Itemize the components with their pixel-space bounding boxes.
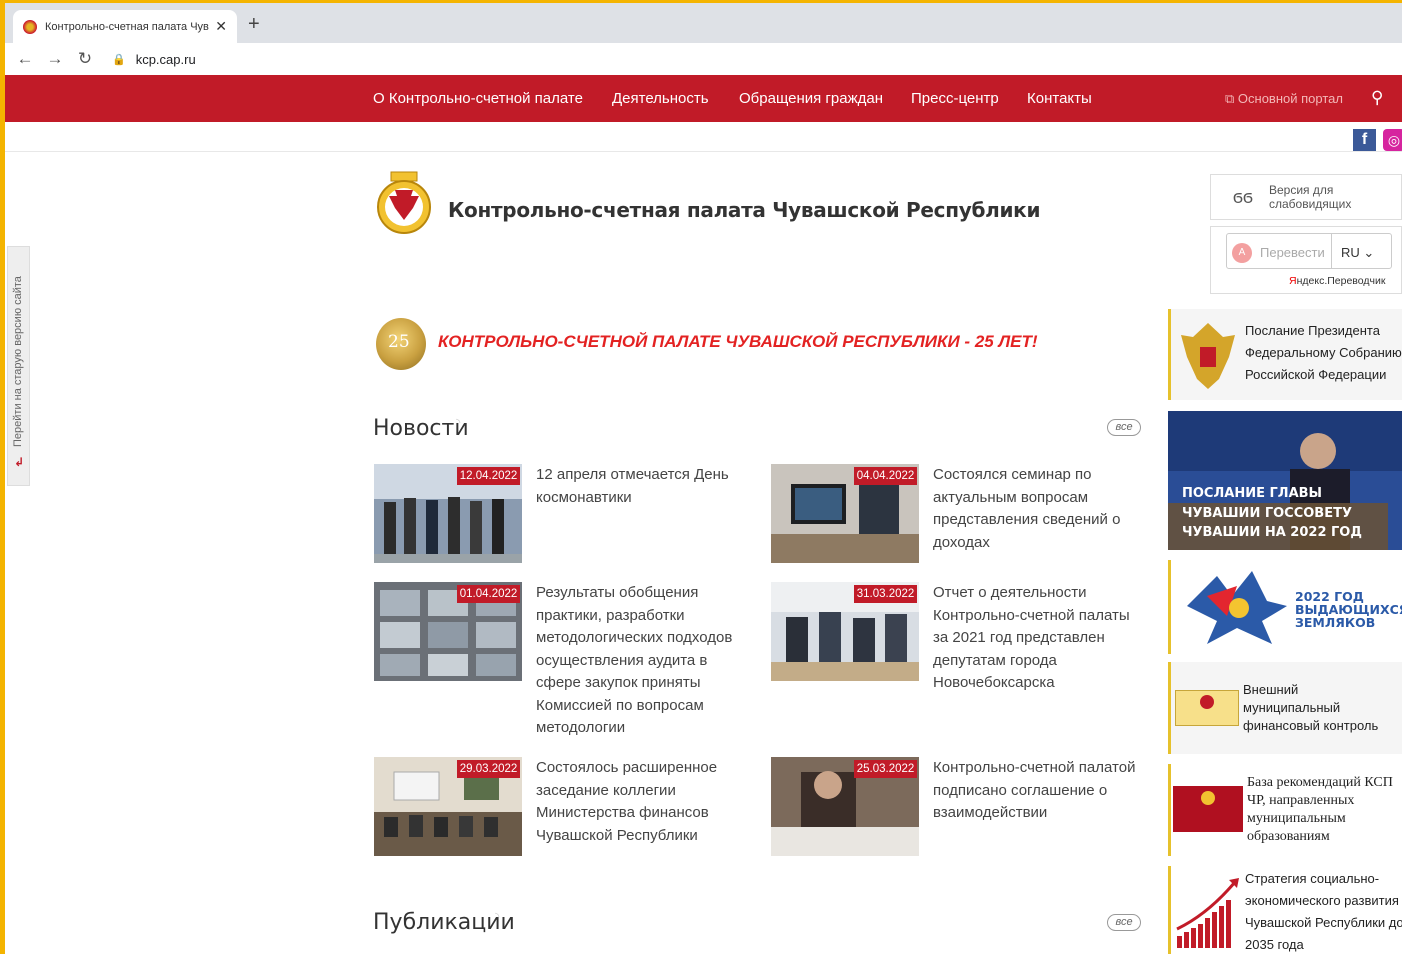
glasses-icon: ϭϭ	[1233, 187, 1253, 207]
chevron-down-icon: ⌄	[1363, 245, 1375, 260]
banner-recommendations-base[interactable]: База рекомендаций КСП ЧР, направленных м…	[1168, 764, 1402, 856]
publications-all-button[interactable]: все	[1107, 914, 1141, 931]
banner-text: База рекомендаций КСП ЧР, направленных м…	[1247, 775, 1393, 844]
banner-text: Внешний муниципальный финансовый контрол…	[1243, 682, 1379, 733]
favicon-icon	[23, 19, 37, 34]
news-headline[interactable]: Контрольно-счетной палатой подписано сог…	[933, 757, 1143, 825]
lock-icon: 🔒	[112, 53, 126, 66]
news-headline[interactable]: 12 апреля отмечается День космонавтики	[536, 464, 746, 509]
external-link-icon: ⧉	[1225, 91, 1238, 106]
rss-icon[interactable]: ◝	[456, 416, 460, 429]
medal-number: 25	[388, 332, 410, 352]
news-date: 31.03.2022	[854, 585, 917, 603]
main-portal-label: Основной портал	[1237, 91, 1343, 106]
language-value: RU	[1341, 245, 1360, 260]
anniversary-medal: 25	[376, 318, 426, 370]
news-date: 04.04.2022	[854, 467, 917, 485]
news-date: 25.03.2022	[854, 760, 917, 778]
growth-chart-icon	[1176, 878, 1239, 948]
anniversary-banner[interactable]: КОНТРОЛЬНО-СЧЕТНОЙ ПАЛАТЕ ЧУВАШСКОЙ РЕСП…	[438, 332, 1038, 352]
back-icon[interactable]: ←	[10, 49, 40, 69]
yandex-label: ндекс.Переводчик	[1296, 275, 1386, 287]
divider	[5, 151, 1402, 152]
low-vision-version[interactable]: ϭϭ Версия для слабовидящих	[1210, 174, 1402, 220]
news-headline[interactable]: Состоялся семинар по актуальным вопросам…	[933, 464, 1143, 554]
browser-toolbar: ← → ↻ 🔒 kcp.cap.ru	[5, 43, 1402, 75]
main-portal-link[interactable]: ⧉ Основной портал	[1225, 91, 1343, 107]
banner-text: 2022 ГОД ВЫДАЮЩИХСЯ ЗЕМЛЯКОВ	[1295, 589, 1402, 630]
instagram-icon[interactable]: ◎	[1383, 129, 1402, 151]
banner-head-address[interactable]: ПОСЛАНИЕ ГЛАВЫ ЧУВАШИИ ГОССОВЕТУ ЧУВАШИИ…	[1168, 411, 1402, 550]
countrymen-emblem	[1187, 571, 1287, 644]
rss-icon[interactable]: ◝	[495, 910, 499, 923]
search-icon[interactable]: ⚲	[1371, 88, 1383, 108]
translate-widget: A Перевести RU ⌄ Яндекс.Переводчик	[1210, 226, 1402, 294]
emblem-icon	[1201, 791, 1215, 805]
nav-item-appeals[interactable]: Обращения граждан	[739, 90, 883, 107]
nav-item-contacts[interactable]: Контакты	[1027, 90, 1092, 107]
municipal-control-logo	[1175, 690, 1239, 726]
banner-strategy-2035[interactable]: Стратегия социально-экономического разви…	[1168, 866, 1402, 954]
new-tab-button[interactable]: +	[248, 13, 260, 36]
nav-item-about[interactable]: О Контрольно-счетной палате	[373, 90, 583, 107]
old-site-label: Перейти на старую версию сайта	[12, 276, 24, 447]
url-text: kcp.cap.ru	[135, 51, 196, 67]
translate-label[interactable]: Перевести	[1260, 245, 1325, 260]
nav-item-activity[interactable]: Деятельность	[612, 90, 709, 107]
browser-tab-strip: Контрольно-счетная палата Чув ✕ +	[5, 3, 1402, 43]
divider	[1331, 234, 1332, 268]
yandex-translate-link[interactable]: Яндекс.Переводчик	[1289, 275, 1385, 287]
news-headline[interactable]: Отчет о деятельности Контрольно-счетной …	[933, 582, 1143, 695]
banner-text: Послание Президента Федеральному Собрани…	[1245, 323, 1402, 382]
translate-icon: A	[1232, 243, 1252, 263]
news-date: 01.04.2022	[457, 585, 520, 603]
banner-year-of-countrymen[interactable]: 2022 ГОД ВЫДАЮЩИХСЯ ЗЕМЛЯКОВ	[1168, 560, 1402, 654]
emblem-icon	[1200, 695, 1214, 709]
browser-accent-stripe-left	[0, 3, 5, 954]
forward-icon[interactable]: →	[40, 49, 70, 69]
site-title: Контрольно-счетная палата Чувашской Респ…	[448, 198, 1041, 222]
news-all-button[interactable]: все	[1107, 419, 1141, 436]
close-tab-icon[interactable]: ✕	[215, 18, 227, 35]
old-site-arrow-icon: ↲	[14, 455, 25, 469]
translate-control[interactable]: A Перевести RU ⌄	[1226, 233, 1392, 269]
news-headline[interactable]: Результаты обобщения практики, разработк…	[536, 582, 746, 740]
language-select[interactable]: RU ⌄	[1341, 245, 1374, 261]
banner-municipal-control[interactable]: Внешний муниципальный финансовый контрол…	[1168, 662, 1402, 754]
yandex-logo-letter: Я	[1289, 275, 1297, 287]
russian-eagle-emblem	[1181, 323, 1235, 389]
news-date: 12.04.2022	[457, 467, 520, 485]
reload-icon[interactable]: ↻	[70, 49, 100, 69]
nav-item-press[interactable]: Пресс-центр	[911, 90, 999, 107]
coat-of-arms-logo[interactable]	[373, 170, 435, 234]
news-date: 29.03.2022	[457, 760, 520, 778]
old-site-link[interactable]: Перейти на старую версию сайта ↲	[7, 246, 30, 486]
facebook-icon[interactable]: f	[1353, 129, 1376, 151]
news-title[interactable]: Новости	[373, 416, 469, 441]
banner-president-address[interactable]: Послание Президента Федеральному Собрани…	[1168, 309, 1402, 400]
publications-title[interactable]: Публикации	[373, 910, 515, 935]
main-nav: О Контрольно-счетной палате Деятельность…	[5, 75, 1402, 122]
banner-text: Стратегия социально-экономического разви…	[1245, 871, 1402, 952]
news-headline[interactable]: Состоялось расширенное заседание коллеги…	[536, 757, 746, 847]
browser-tab[interactable]: Контрольно-счетная палата Чув ✕	[13, 10, 237, 43]
tab-title: Контрольно-счетная палата Чув	[45, 20, 209, 33]
recommendations-logo	[1173, 786, 1243, 832]
address-bar[interactable]: 🔒 kcp.cap.ru	[112, 52, 196, 67]
low-vision-label: Версия для слабовидящих	[1269, 183, 1352, 211]
banner-text: ПОСЛАНИЕ ГЛАВЫ ЧУВАШИИ ГОССОВЕТУ ЧУВАШИИ…	[1182, 486, 1362, 540]
